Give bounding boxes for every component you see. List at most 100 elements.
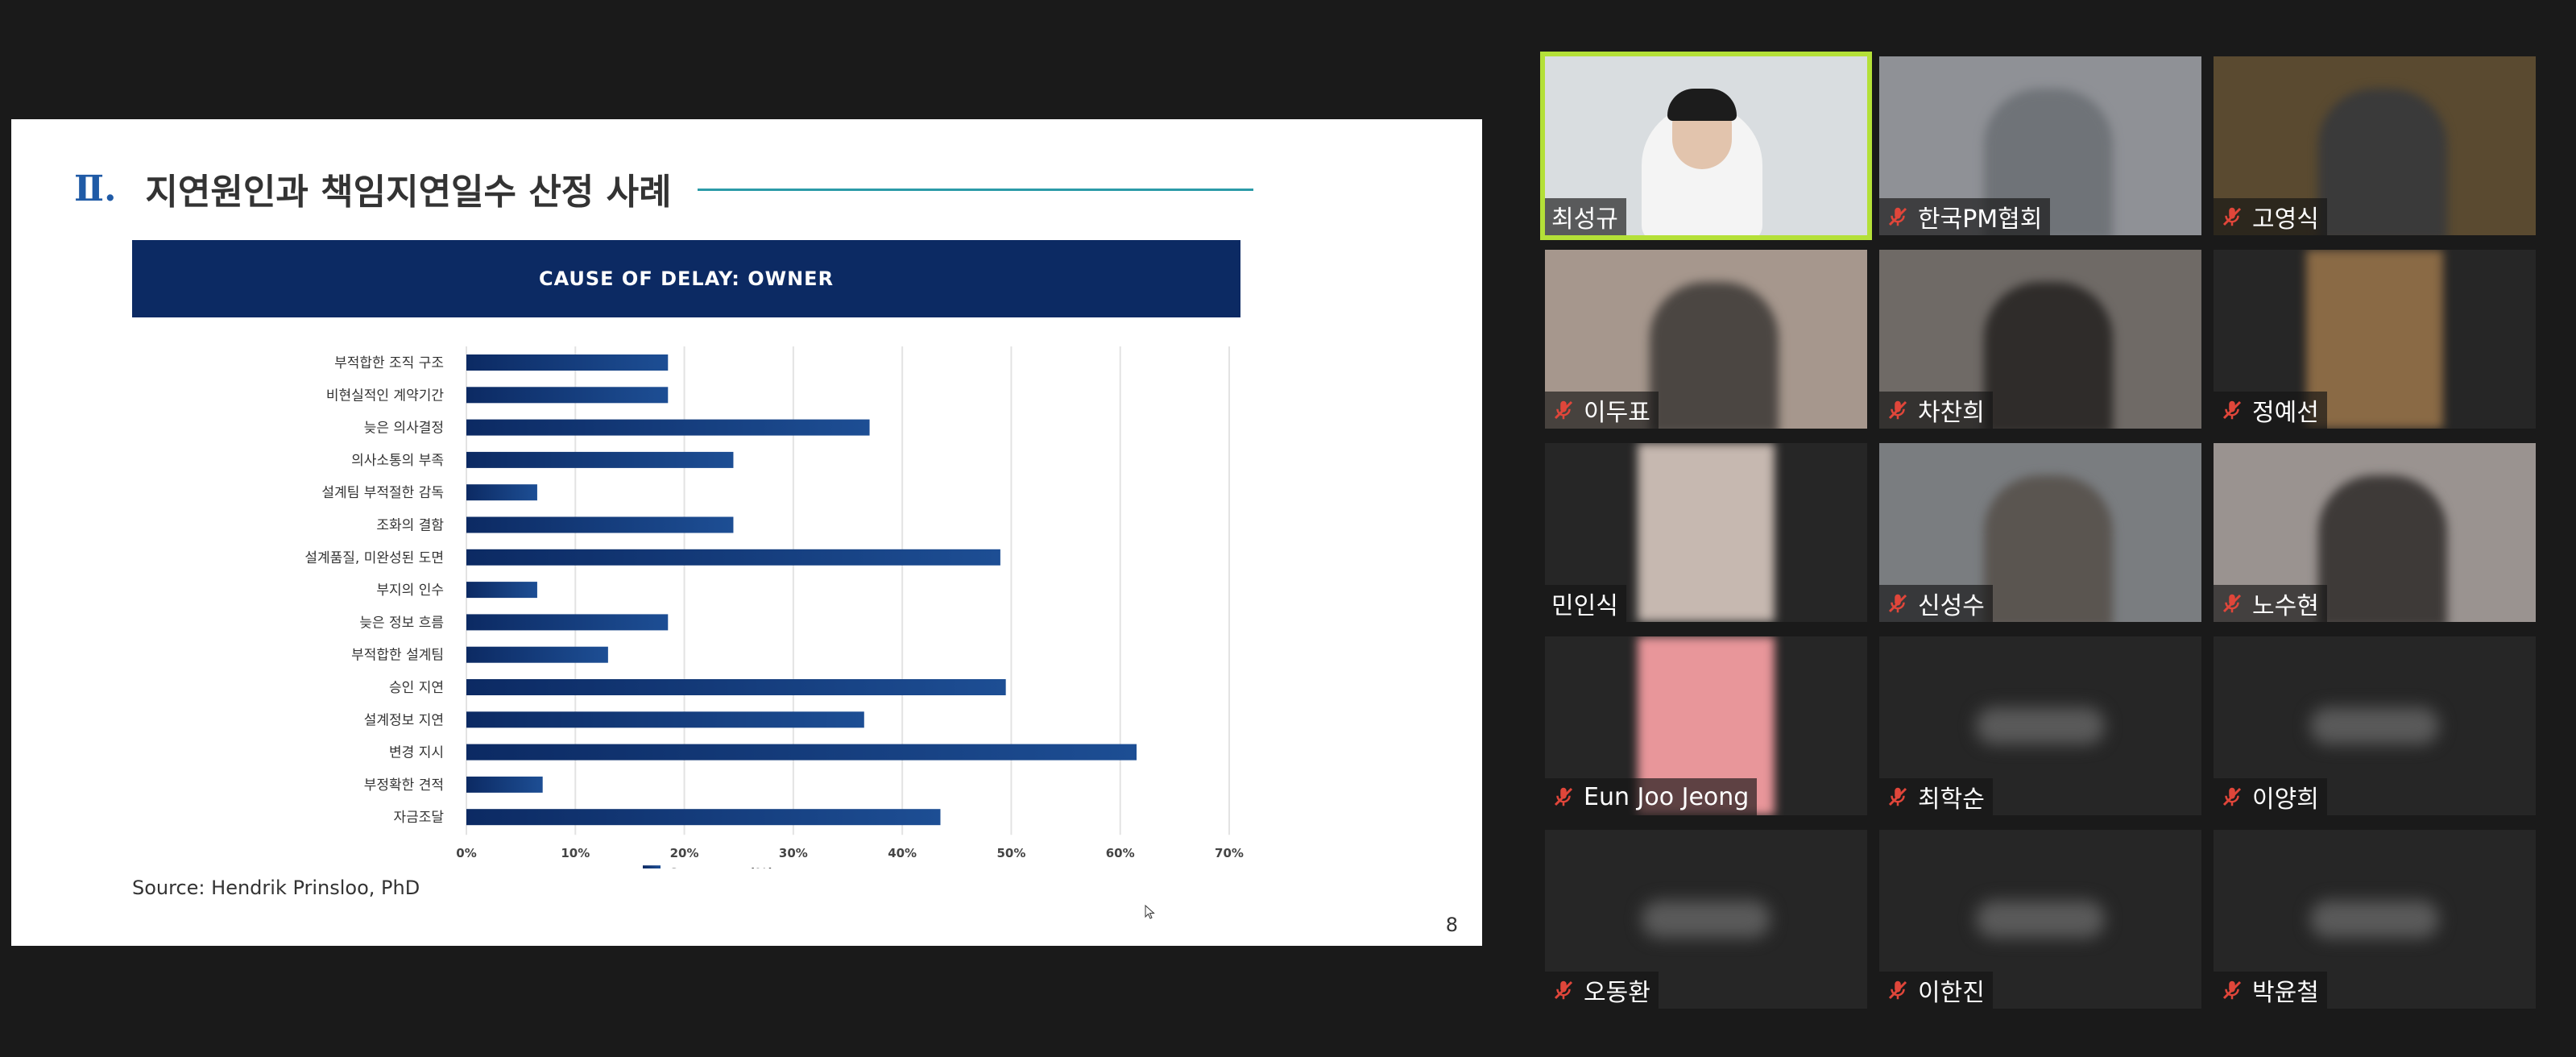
participant-placeholder (2310, 901, 2439, 938)
participant-tile[interactable]: Eun Joo Jeong (1545, 636, 1867, 815)
participant-name-badge: 최성규 (1545, 198, 1626, 235)
mic-muted-icon (1888, 594, 1907, 613)
participant-tile[interactable]: 고영식 (2214, 56, 2536, 235)
chart-bar (466, 809, 941, 826)
chart-bar (466, 419, 870, 436)
participant-name: 한국PM협회 (1918, 205, 2043, 234)
legend-label: Occurance (%) (669, 865, 774, 868)
participant-name: 오동환 (1584, 979, 1650, 1007)
slide-page-number: 8 (1445, 914, 1458, 936)
chart-bar (466, 354, 669, 371)
participant-name: Eun Joo Jeong (1584, 782, 1750, 811)
participant-video (1638, 443, 1775, 622)
category-label: 부적합한 조직 구조 (334, 355, 444, 371)
mic-muted-icon (1554, 787, 1573, 806)
x-tick-label: 10% (561, 846, 590, 860)
participant-tile[interactable]: 한국PM협회 (1879, 56, 2201, 235)
participant-name: 신성수 (1918, 592, 1985, 620)
participant-tile[interactable]: 신성수 (1879, 443, 2201, 622)
participant-name-badge: 한국PM협회 (1879, 198, 2051, 235)
heading-rule (698, 189, 1253, 191)
participant-name: 박윤철 (2252, 979, 2319, 1007)
chart-bar (466, 582, 537, 599)
participant-name: 노수현 (2252, 592, 2319, 620)
x-tick-label: 50% (996, 846, 1025, 860)
mic-muted-icon (1888, 207, 1907, 226)
category-label: 부적합한 설계팀 (351, 648, 444, 664)
category-label: 부정확한 견적 (364, 777, 444, 794)
participant-video (1650, 282, 1779, 429)
category-label: 의사소통의 부족 (351, 453, 444, 469)
category-label: 승인 지연 (389, 680, 444, 696)
participant-name: 고영식 (2252, 205, 2319, 234)
category-label: 변경 지시 (389, 745, 444, 761)
chart-bar (466, 484, 537, 501)
participant-tile[interactable]: 최성규 (1540, 52, 1872, 240)
mic-muted-icon (1888, 400, 1907, 420)
mic-muted-icon (2222, 787, 2242, 806)
participant-tile[interactable]: 박윤철 (2214, 830, 2536, 1009)
participant-video (1984, 282, 2113, 429)
mic-muted-icon (1554, 980, 1573, 1000)
participant-tile[interactable]: 차찬희 (1879, 250, 2201, 429)
participant-name: 최학순 (1918, 785, 1985, 814)
participant-tile[interactable]: 민인식 (1545, 443, 1867, 622)
category-label: 부지의 인수 (376, 582, 444, 599)
participant-name-badge: 이두표 (1545, 392, 1659, 429)
category-label: 설계팀 부적절한 감독 (321, 485, 444, 501)
participant-name-badge: 고영식 (2214, 198, 2327, 235)
participant-tile[interactable]: 노수현 (2214, 443, 2536, 622)
participant-name-badge: 민인식 (1545, 585, 1626, 622)
chart-bar (466, 744, 1137, 761)
participant-placeholder (1976, 901, 2105, 938)
chart-bar (466, 387, 669, 404)
chart-bar (466, 451, 734, 468)
mic-muted-icon (2222, 400, 2242, 420)
section-number: Ⅱ. (74, 168, 117, 209)
mic-muted-icon (2222, 594, 2242, 613)
participant-tile[interactable]: 이한진 (1879, 830, 2201, 1009)
category-label: 늦은 의사결정 (364, 421, 444, 437)
participant-name-badge: 박윤철 (2214, 972, 2327, 1009)
participant-tile[interactable]: 이두표 (1545, 250, 1867, 429)
x-tick-label: 30% (779, 846, 808, 860)
mic-muted-icon (1554, 400, 1573, 420)
category-label: 설계정보 지연 (364, 712, 444, 728)
participant-name: 이한진 (1918, 979, 1985, 1007)
mic-muted-icon (2222, 980, 2242, 1000)
category-label: 비현실적인 계약기간 (326, 388, 445, 404)
shared-slide: Ⅱ. 지연원인과 책임지연일수 산정 사례 CAUSE OF DELAY: OW… (11, 119, 1482, 946)
participant-tile[interactable]: 정예선 (2214, 250, 2536, 429)
category-label: 조화의 결함 (376, 518, 444, 534)
participant-tile[interactable]: 오동환 (1545, 830, 1867, 1009)
category-label: 설계품질, 미완성된 도면 (304, 550, 444, 566)
participant-name: 이양희 (2252, 785, 2319, 814)
chart-bar (466, 614, 669, 631)
x-tick-label: 0% (456, 846, 476, 860)
participant-name-badge: 이한진 (1879, 972, 1993, 1009)
slide-heading: Ⅱ. 지연원인과 책임지연일수 산정 사례 (74, 163, 672, 214)
participant-name-badge: 최학순 (1879, 778, 1993, 815)
participant-placeholder (1642, 901, 1770, 938)
participant-name-badge: 정예선 (2214, 392, 2327, 429)
category-label: 자금조달 (393, 810, 444, 826)
participant-video (2318, 89, 2447, 235)
participant-name: 차찬희 (1918, 399, 1985, 427)
category-label: 늦은 정보 흐름 (359, 615, 444, 631)
participant-name: 최성규 (1551, 205, 1618, 234)
x-tick-label: 20% (670, 846, 699, 860)
slide-title: 지연원인과 책임지연일수 산정 사례 (145, 172, 672, 213)
chart-bar (466, 516, 734, 533)
participant-name-badge: 노수현 (2214, 585, 2327, 622)
participant-name-badge: 이양희 (2214, 778, 2327, 815)
delay-cause-chart: 0% 10% 20% 30% 40% 50% 60% 70% 부적합한 조직 구조비현실적인 계… (304, 346, 1244, 868)
participant-hair (1667, 89, 1737, 121)
x-tick-label: 60% (1106, 846, 1135, 860)
participant-tile[interactable]: 이양희 (2214, 636, 2536, 815)
participant-name-badge: Eun Joo Jeong (1545, 778, 1758, 815)
chart-bar (466, 711, 864, 728)
participant-tile[interactable]: 최학순 (1879, 636, 2201, 815)
chart-bar (466, 679, 1006, 695)
participant-name: 민인식 (1551, 592, 1618, 620)
participant-name-badge: 오동환 (1545, 972, 1659, 1009)
